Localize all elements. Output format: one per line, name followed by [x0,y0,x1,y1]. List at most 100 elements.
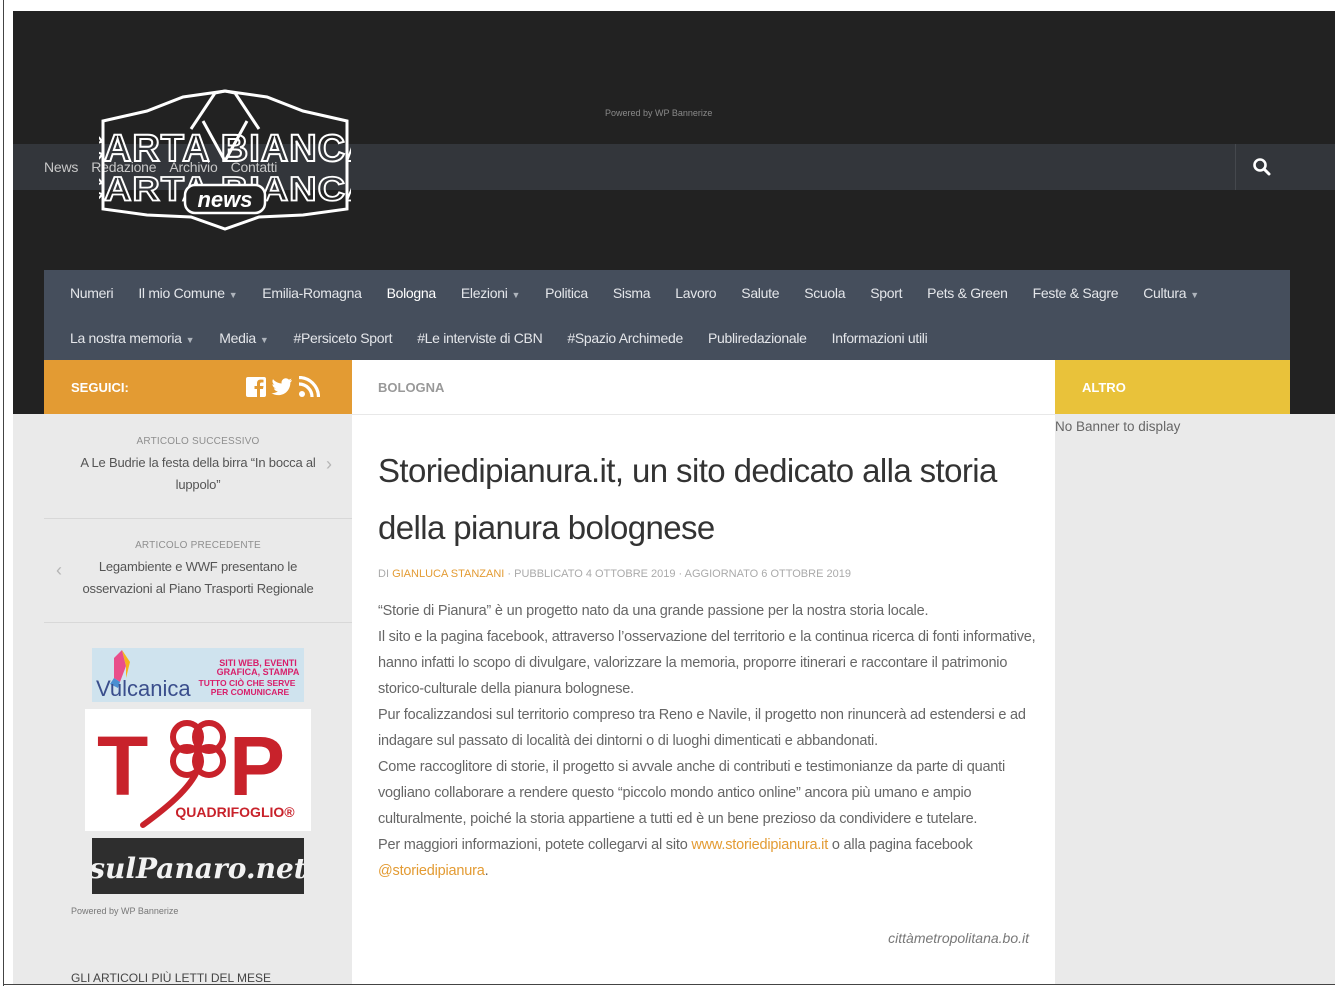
nav-item-sport[interactable]: Sport [870,285,902,301]
nav-item-label: Sport [870,284,903,301]
search-icon[interactable] [1251,156,1273,178]
nav-item-persiceto-sport[interactable]: #Persiceto Sport [293,330,392,346]
chevron-down-icon: ▼ [511,289,521,300]
main-nav-row-2: La nostra memoria ▼ Media ▼ #Persiceto Sport… [70,315,952,360]
nav-item-label: Emilia-Romagna [262,284,362,301]
breadcrumb[interactable]: BOLOGNA [378,380,444,395]
nav-item-politica[interactable]: Politica [545,285,588,301]
article-byline: DI GIANLUCA STANZANI · PUBBLICATO 4 OTTO… [378,568,851,580]
right-sidebar: No Banner to display [1055,414,1290,984]
most-read-heading: GLI ARTICOLI PIÙ LETTI DEL MESE [71,971,272,984]
chevron-down-icon: ▼ [1190,289,1199,300]
ad-top-t: T [97,719,148,813]
logo-title: CARTA BIANCA [99,128,351,170]
nav-item-lavoro[interactable]: Lavoro [675,285,716,301]
next-article[interactable]: ARTICOLO SUCCESSIVO A Le Budrie la festa… [44,414,352,519]
byline-dates: · PUBBLICATO 4 OTTOBRE 2019 · AGGIORNATO… [504,568,851,580]
powered-by-sidebar: Powered by WP Bannerize [71,906,179,916]
rss-icon[interactable] [298,376,320,398]
nav-item-bologna[interactable]: Bologna [386,284,437,301]
website-link[interactable]: www.storiedipianura.it [691,837,828,853]
nav-item-cultura[interactable]: Cultura ▼ [1143,285,1199,301]
logo-subtitle: news [197,187,252,212]
nav-item-label: Bologna [386,284,437,301]
nav-item-scuola[interactable]: Scuola [804,285,845,301]
nav-item-la-nostra-memoria[interactable]: La nostra memoria ▼ [70,329,195,346]
ad-top-quadrifoglio[interactable]: T P QUADRIFOGLIO® [85,709,311,831]
nav-item-salute[interactable]: Salute [741,285,779,301]
main-nav-row-1: Numeri Il mio Comune ▼ Emilia-Romagna Bologn… [70,270,1224,315]
altro-bar: ALTRO [1055,360,1290,414]
facebook-page-link[interactable]: @storiedipianura [378,863,485,879]
nav-item-publiredazionale[interactable]: Publiredazionale [708,330,807,346]
nav-item-elezioni[interactable]: Elezioni ▼ [460,284,521,301]
nav-item-label: Politica [545,284,588,301]
article-source: cittàmetropolitana.bo.it [888,930,1029,946]
chevron-down-icon: ▼ [228,289,238,300]
nav-item-label: #Le interviste di CBN [417,329,543,346]
nav-item-label: Media [219,329,256,346]
ad-vulcanica-name: Vulcanica [96,676,191,701]
breadcrumb-bar: BOLOGNA [352,360,1055,415]
previous-article-title[interactable]: Legambiente e WWF presentano le osservaz… [74,556,322,600]
nav-item-label: Salute [741,284,780,301]
nav-item-label: Informazioni utili [831,329,928,346]
page-background-right [1290,414,1335,984]
byline-prefix: DI [378,568,393,580]
nav-item-label: #Persiceto Sport [293,329,393,346]
powered-by-top: Powered by WP Bannerize [605,108,713,118]
top-nav-news[interactable]: News [44,159,78,175]
ad-vulcanica-tag-4: PER COMUNICARE [211,687,290,697]
paragraph-5-text-b: o alla pagina facebook [828,837,973,853]
next-article-label: ARTICOLO SUCCESSIVO [136,436,260,447]
nav-item-label: Feste & Sagre [1032,284,1119,301]
paragraph-2: Il sito e la pagina facebook, attraverso… [378,629,1036,697]
facebook-icon[interactable] [245,376,267,398]
nav-item-label: #Spazio Archimede [567,329,683,346]
twitter-icon[interactable] [271,376,293,398]
nav-item-le-interviste-di-cbn[interactable]: #Le interviste di CBN [417,329,543,346]
altro-label: ALTRO [1082,380,1126,395]
nav-item-emilia-romagna[interactable]: Emilia-Romagna [262,284,362,301]
chevron-down-icon: ▼ [259,334,269,345]
ad-vulcanica[interactable]: Vulcanica SITI WEB, EVENTI GRAFICA, STAM… [92,648,304,702]
paragraph-4: Come raccoglitore di storie, il progetto… [378,759,1006,827]
article-title: Storiedipianura.it, un sito dedicato all… [378,452,997,546]
nav-item-spazio-archimede[interactable]: #Spazio Archimede [567,330,683,346]
paragraph-5-text-a: Per maggiori informazioni, potete colleg… [378,837,692,853]
nav-item-feste-sagre[interactable]: Feste & Sagre [1033,285,1119,301]
paragraph-5-text-c: . [484,863,489,879]
nav-item-label: Publiredazionale [707,329,807,346]
paragraph-3: Pur focalizzandosi sul territorio compre… [378,707,1026,749]
window-border-left [3,0,4,986]
chevron-right-icon[interactable]: › [326,454,332,475]
ad-sulpanaro-name: sulPanaro.net [92,852,304,885]
chevron-left-icon[interactable]: ‹ [56,560,62,581]
next-article-title[interactable]: A Le Budrie la festa della birra “In boc… [74,452,322,496]
nav-item-informazioni-utili[interactable]: Informazioni utili [832,330,928,346]
search-separator [1235,144,1236,190]
follow-label: SEGUICI: [71,380,129,395]
no-banner-text: No Banner to display [1055,419,1181,434]
nav-item-label: La nostra memoria [70,329,182,346]
site-wrapper: Powered by WP Bannerize News Redazione A… [13,11,1335,984]
chevron-down-icon: ▼ [185,334,195,345]
author-link[interactable]: GIANLUCA STANZANI [392,568,504,580]
ad-top-subtitle: QUADRIFOGLIO® [175,804,295,820]
nav-item-il-mio-comune[interactable]: Il mio Comune ▼ [138,285,237,301]
nav-item-media[interactable]: Media ▼ [219,329,269,346]
nav-item-label: Cultura [1143,284,1187,301]
nav-item-pets-green[interactable]: Pets & Green [927,284,1008,301]
ad-vulcanica-tag-2: GRAFICA, STAMPA [217,667,300,677]
previous-article[interactable]: ARTICOLO PRECEDENTE Legambiente e WWF pr… [44,518,352,623]
nav-item-sisma[interactable]: Sisma [613,285,651,301]
paragraph-5: Per maggiori informazioni, potete colleg… [378,832,1038,884]
article-content: BOLOGNA Storiedipianura.it, un sito dedi… [352,360,1055,984]
ad-sulpanaro[interactable]: sulPanaro.net [92,838,304,894]
nav-item-label: Elezioni [460,284,508,301]
site-logo[interactable]: CARTA BIANCA CARTA BIANCA news [99,89,351,231]
ad-top-p: P [229,719,285,813]
nav-item-numeri[interactable]: Numeri [70,285,114,301]
nav-item-label: Lavoro [675,284,717,301]
nav-item-label: Pets & Green [927,284,1008,301]
